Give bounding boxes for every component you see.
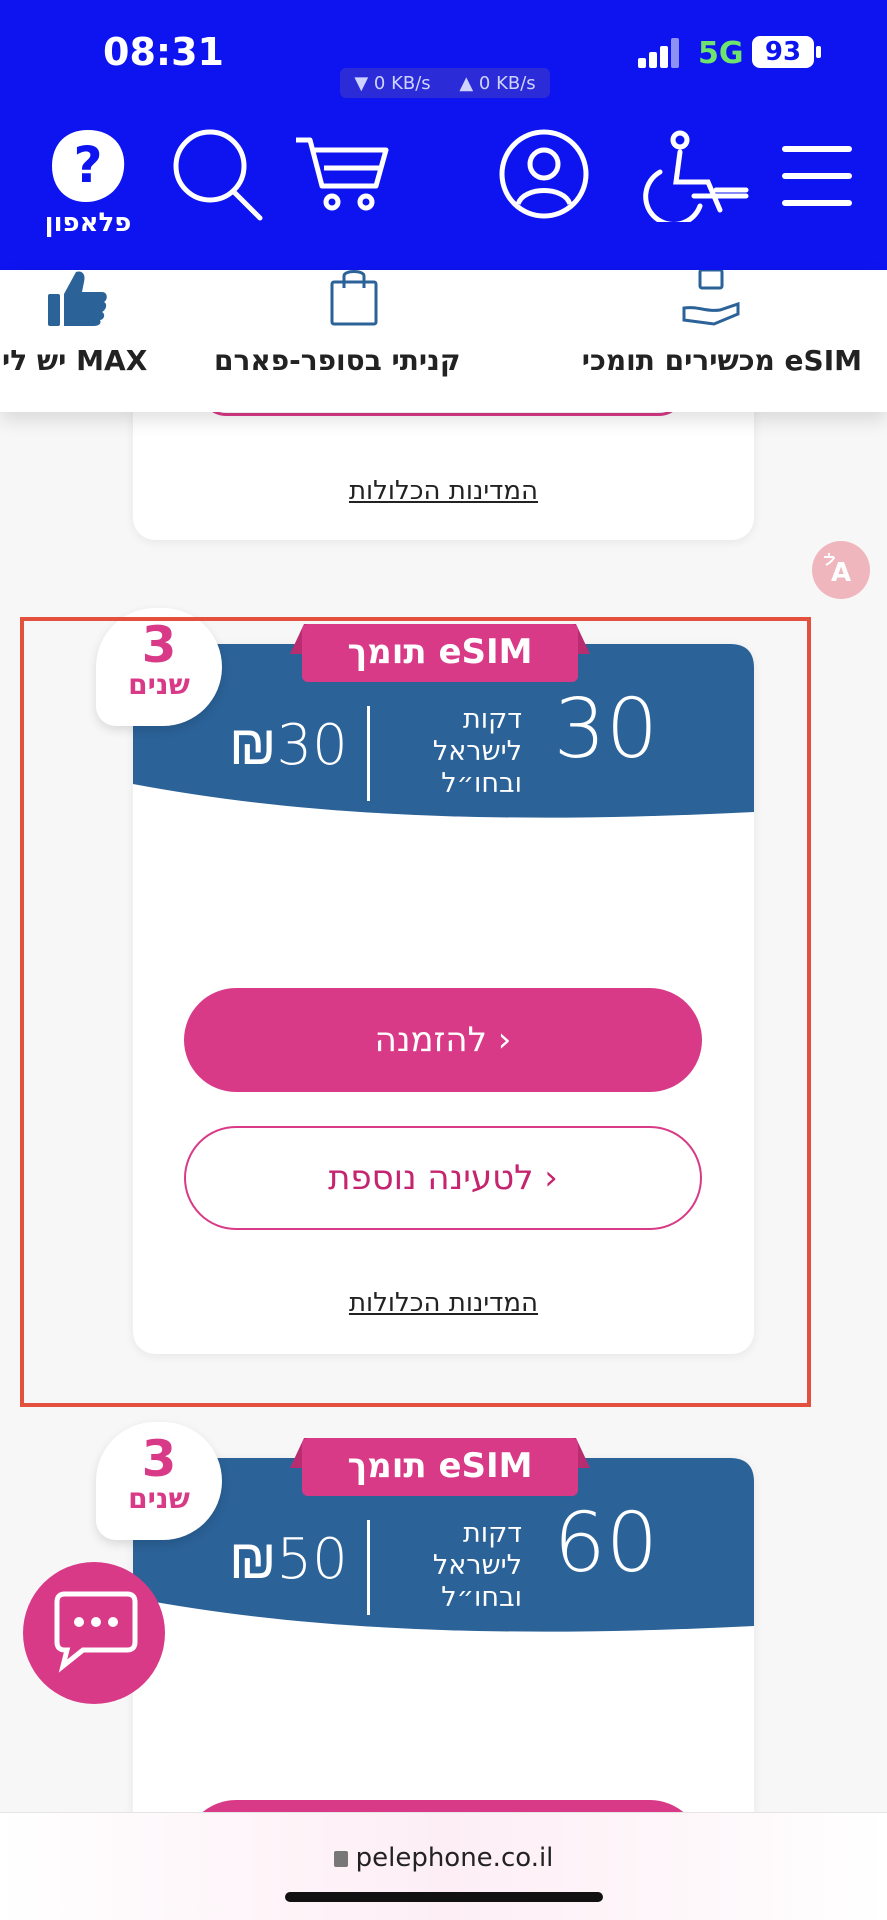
download-speed: ▼ 0 KB/s (354, 72, 431, 94)
esim-tag: תומך eSIM (302, 1438, 578, 1496)
plan-minutes: 60 (553, 1496, 658, 1591)
chat-button[interactable] (23, 1562, 165, 1704)
svg-text:?: ? (73, 136, 102, 194)
plan-minutes: 30 (553, 682, 658, 777)
included-countries-link[interactable]: המדינות הכלולות (133, 476, 754, 506)
order-button[interactable]: להזמנה › (184, 988, 702, 1092)
url-text: pelephone.co.il (0, 1843, 887, 1873)
plan-price: ₪30 (229, 713, 348, 778)
category-strip: מכשירים תומכי eSIM קניתי בסופר-פארם יש ל… (0, 270, 887, 412)
status-bar: 08:31 ▼ 0 KB/s ▲ 0 KB/s 5G 93 (0, 0, 887, 100)
shopping-bag-icon (330, 270, 378, 326)
network-type: 5G (698, 36, 744, 71)
category-super-pharm[interactable]: קניתי בסופר-פארם (210, 270, 500, 412)
minutes-label-line: לישראל (432, 1550, 522, 1581)
site-header: ? פלאפון (0, 100, 887, 270)
url-value: pelephone.co.il (355, 1843, 554, 1873)
included-countries-link[interactable]: המדינות הכלולות (133, 1288, 754, 1318)
battery-icon: 93 (752, 36, 814, 68)
minutes-label-line: דקות (463, 1518, 522, 1549)
home-indicator[interactable] (285, 1892, 603, 1902)
search-icon[interactable] (172, 128, 264, 224)
menu-icon[interactable] (780, 142, 854, 210)
minutes-label-line: דקות (463, 704, 522, 735)
thumbs-up-icon (48, 271, 107, 326)
badge-word: שנים (128, 668, 190, 701)
status-time: 08:31 (103, 30, 224, 74)
network-speed: ▼ 0 KB/s ▲ 0 KB/s (340, 68, 550, 98)
banner-divider (367, 1520, 370, 1615)
chat-icon (54, 1591, 138, 1673)
account-icon[interactable] (498, 128, 590, 220)
upload-speed: ▲ 0 KB/s (459, 72, 536, 94)
plan-minutes-label: דקות לישראל ובחו״ל (433, 704, 522, 800)
logo-text: פלאפון (44, 208, 132, 238)
chip-hand-icon (682, 270, 740, 326)
category-label: יש לי MAX (2, 344, 148, 377)
svg-text:A: A (831, 558, 851, 588)
badge-number: 3 (141, 616, 177, 674)
cart-icon[interactable] (294, 134, 390, 214)
minutes-label-line: לישראל (432, 736, 522, 767)
minutes-label-line: ובחו״ל (441, 768, 522, 799)
category-esim-devices[interactable]: מכשירים תומכי eSIM (546, 270, 876, 412)
logo-icon[interactable]: ? (48, 128, 128, 208)
esim-tag: תומך eSIM (302, 624, 578, 682)
category-label: מכשירים תומכי eSIM (581, 344, 862, 377)
minutes-label-line: ובחו״ל (441, 1582, 522, 1613)
battery-tip (816, 46, 821, 58)
browser-url-bar[interactable]: pelephone.co.il (0, 1812, 887, 1920)
badge-word: שנים (128, 1482, 190, 1515)
plan-card-30: 30 דקות לישראל ובחו״ל ₪30 להזמנה › לטעינ… (133, 644, 754, 1354)
topup-button[interactable]: לטעינה נוספת › (184, 1126, 702, 1230)
category-max[interactable]: יש לי MAX (0, 270, 170, 412)
plan-minutes-label: דקות לישראל ובחו״ל (433, 1518, 522, 1614)
category-label: קניתי בסופר-פארם (214, 344, 461, 377)
lock-icon (333, 1851, 348, 1867)
translate-icon: A (824, 553, 851, 588)
signal-icon (638, 38, 680, 68)
years-badge: 3 שנים (96, 1422, 222, 1540)
banner-divider (367, 706, 370, 801)
years-badge: 3 שנים (96, 608, 222, 726)
plan-price: ₪50 (229, 1527, 348, 1592)
badge-number: 3 (141, 1430, 177, 1488)
translate-button[interactable]: A (812, 541, 870, 599)
accessibility-icon[interactable] (620, 130, 750, 222)
